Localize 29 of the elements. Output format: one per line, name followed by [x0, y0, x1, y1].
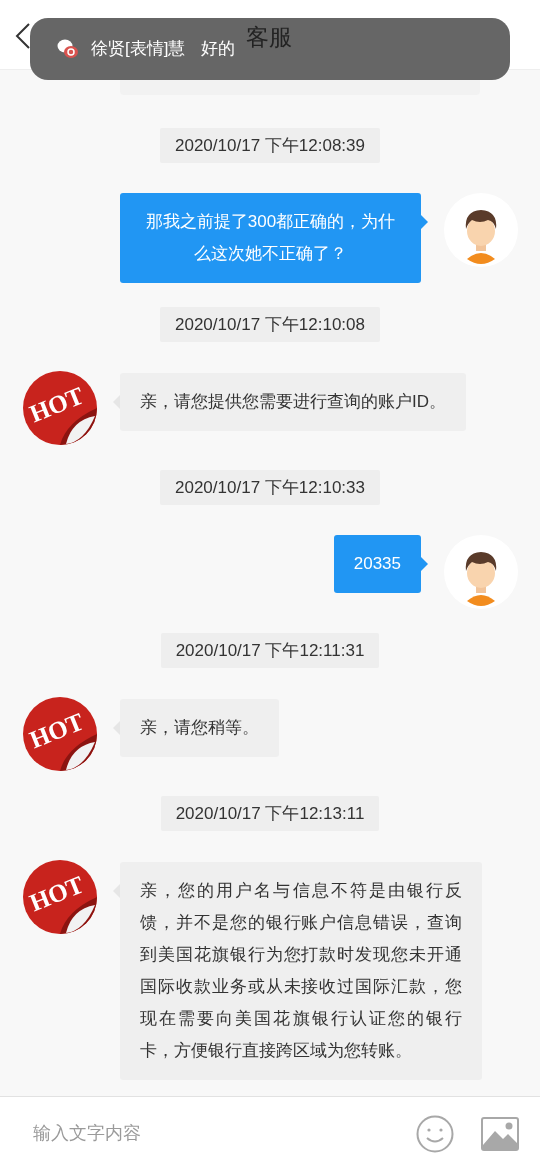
badge-label: HOT	[26, 708, 88, 754]
page-title: 客服	[246, 23, 292, 52]
chat-app-icon	[57, 38, 79, 60]
message-bubble: 那我之前提了300都正确的，为什么这次她不正确了？	[120, 193, 421, 283]
emoji-icon[interactable]	[416, 1114, 454, 1153]
input-bar[interactable]: 输入文字内容	[0, 1096, 540, 1170]
message-bubble: 亲，您的用户名与信息不符是由银行反馈，并不是您的银行账户信息错误，查询到美国花旗银行为您打款时发现您未开通国际收款业务或从未接收过国际汇款，您现在需要向美国花旗银行认证您的银行卡，方便银行直接跨区域为您转账。	[120, 862, 482, 1080]
message-bubble: 亲，请您提供您需要进行查询的账户ID。	[120, 373, 466, 431]
user-avatar-icon	[444, 193, 518, 267]
sticker-avatar-icon	[22, 370, 98, 446]
user-avatar-icon	[444, 535, 518, 609]
input-field[interactable]: 输入文字内容	[33, 1120, 406, 1147]
timestamp: 2020/10/17 下午12:08:39	[160, 128, 380, 163]
badge-label: HOT	[26, 382, 88, 428]
bubble-tail-icon	[421, 557, 428, 571]
timestamp: 2020/10/17 下午12:11:31	[160, 633, 380, 668]
timestamp: 2020/10/17 下午12:10:08	[160, 307, 380, 342]
notification-sender: 徐贤[表情]慧	[91, 38, 186, 61]
bubble-tail-icon	[421, 215, 428, 229]
badge-label: HOT	[26, 871, 88, 917]
message-bubble: 亲，请您稍等。	[120, 699, 279, 757]
message-bubble: 20335	[333, 535, 421, 593]
image-icon[interactable]	[481, 1116, 519, 1151]
back-icon[interactable]	[14, 22, 32, 50]
notification-message: 好的	[201, 38, 236, 61]
timestamp: 2020/10/17 下午12:10:33	[160, 470, 380, 505]
sticker-avatar-icon	[22, 859, 98, 935]
sticker-avatar-icon	[22, 696, 98, 772]
timestamp: 2020/10/17 下午12:13:11	[160, 796, 380, 831]
